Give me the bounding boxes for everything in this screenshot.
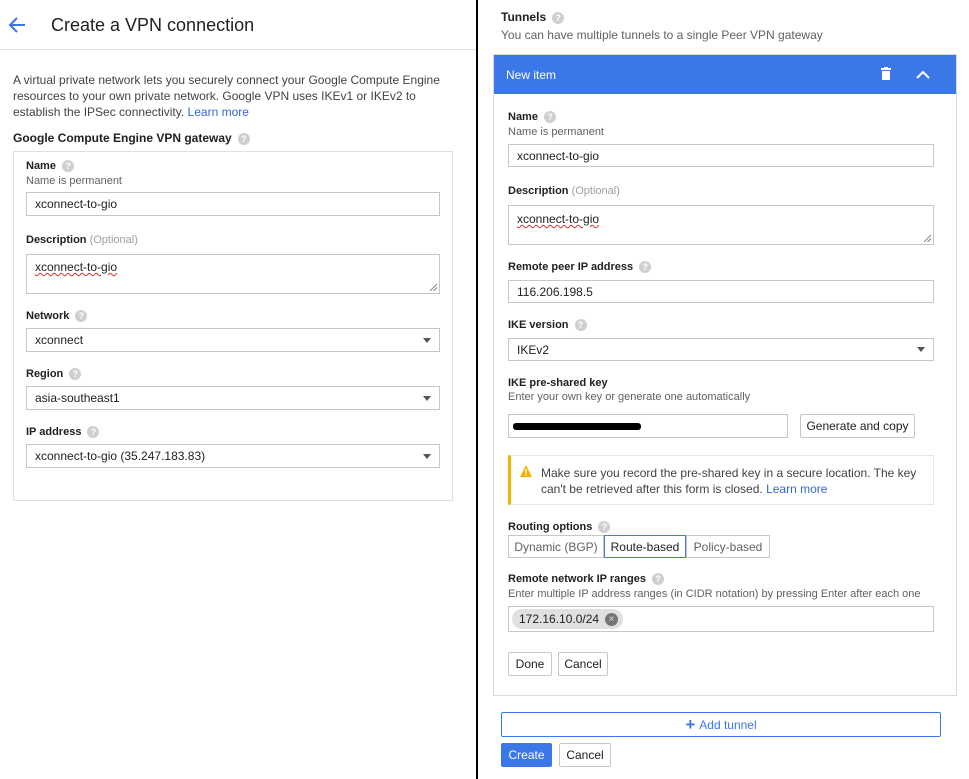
tunnel-name-hint: Name is permanent (508, 126, 604, 138)
chevron-down-icon (423, 453, 431, 459)
help-circle-icon[interactable]: ? (69, 368, 82, 381)
range-chip: 172.16.10.0/24 × (512, 609, 624, 629)
redacted-key (513, 422, 641, 430)
tunnels-hint: You can have multiple tunnels to a singl… (501, 28, 823, 42)
tunnel-description-textarea[interactable]: xconnect-to-gio (508, 205, 934, 245)
chevron-down-icon (917, 347, 925, 352)
tunnel-name-label: Name? (508, 111, 556, 124)
intro-text: A virtual private network lets you secur… (13, 73, 440, 119)
help-circle-icon[interactable]: ? (237, 132, 250, 145)
warning-triangle-icon (519, 464, 533, 478)
description-label: Description (Optional) (26, 234, 138, 246)
routing-option-policy-based[interactable]: Policy-based (686, 535, 770, 558)
add-tunnel-button[interactable]: + Add tunnel (501, 712, 941, 737)
psk-label: IKE pre-shared key (508, 377, 608, 389)
ip-address-label: IP address? (26, 426, 100, 439)
help-circle-icon[interactable]: ? (651, 573, 664, 586)
network-select[interactable]: xconnect (26, 328, 440, 352)
routing-option-dynamic[interactable]: Dynamic (BGP) (508, 535, 604, 558)
chevron-up-icon (916, 70, 930, 79)
peer-ip-input[interactable]: 116.206.198.5 (508, 280, 934, 303)
page-title: Create a VPN connection (51, 15, 255, 35)
warning-text: Make sure you record the pre-shared key … (541, 466, 917, 496)
header-divider (0, 49, 476, 50)
region-select[interactable]: asia-southeast1 (26, 386, 440, 410)
help-circle-icon[interactable]: ? (87, 426, 100, 439)
cancel-item-button[interactable]: Cancel (558, 652, 608, 676)
help-circle-icon[interactable]: ? (543, 111, 556, 124)
plus-icon: + (685, 715, 696, 734)
trash-icon (881, 67, 891, 80)
cancel-button[interactable]: Cancel (559, 743, 611, 767)
warning-box: Make sure you record the pre-shared key … (508, 455, 934, 505)
description-textarea[interactable]: xconnect-to-gio (26, 254, 440, 294)
ike-version-label: IKE version? (508, 319, 587, 332)
psk-hint: Enter your own key or generate one autom… (508, 391, 751, 403)
peer-ip-label: Remote peer IP address? (508, 261, 652, 274)
help-circle-icon[interactable]: ? (598, 521, 611, 534)
ranges-hint: Enter multiple IP address ranges (in CID… (508, 588, 921, 600)
done-button[interactable]: Done (508, 652, 552, 676)
help-circle-icon[interactable]: ? (75, 310, 88, 323)
region-label: Region? (26, 368, 82, 381)
routing-option-route-based[interactable]: Route-based (604, 535, 686, 558)
resize-handle[interactable] (924, 235, 931, 242)
name-hint: Name is permanent (26, 175, 122, 187)
psk-input[interactable] (508, 414, 788, 438)
create-button[interactable]: Create (501, 743, 552, 767)
network-label: Network? (26, 310, 88, 323)
arrow-left-icon (8, 17, 25, 33)
generate-and-copy-button[interactable]: Generate and copy (800, 414, 915, 438)
name-input[interactable]: xconnect-to-gio (26, 192, 440, 216)
tunnel-item-title: New item (506, 68, 557, 82)
tunnel-name-input[interactable]: xconnect-to-gio (508, 144, 934, 167)
name-label: Name? (26, 160, 74, 173)
gateway-card: Name? Name is permanent xconnect-to-gio … (13, 151, 453, 501)
help-circle-icon[interactable]: ? (574, 319, 587, 332)
help-circle-icon[interactable]: ? (61, 160, 74, 173)
chevron-down-icon (423, 337, 431, 343)
tunnel-item-card: New item Name? Name is permanent xconnec… (493, 54, 957, 696)
learn-more-link[interactable]: Learn more (188, 105, 249, 119)
ike-version-select[interactable]: IKEv2 (508, 338, 934, 361)
warning-learn-more-link[interactable]: Learn more (766, 482, 827, 496)
back-button[interactable] (6, 14, 28, 36)
tunnels-heading: Tunnels? (501, 10, 565, 24)
ranges-input[interactable]: 172.16.10.0/24 × (508, 606, 934, 632)
tunnel-item-header[interactable]: New item (494, 55, 956, 94)
routing-label: Routing options? (508, 521, 611, 534)
left-panel: Create a VPN connection A virtual privat… (0, 0, 476, 779)
delete-button[interactable] (878, 66, 894, 82)
ranges-label: Remote network IP ranges? (508, 573, 664, 586)
gateway-heading: Google Compute Engine VPN gateway? (13, 131, 250, 145)
resize-handle[interactable] (430, 284, 437, 291)
chevron-down-icon (423, 395, 431, 401)
close-circle-icon[interactable]: × (605, 612, 619, 626)
ip-address-select[interactable]: xconnect-to-gio (35.247.183.83) (26, 444, 440, 468)
tunnel-description-label: Description (Optional) (508, 185, 620, 197)
routing-options-group: Dynamic (BGP) Route-based Policy-based (508, 535, 770, 558)
help-circle-icon[interactable]: ? (639, 261, 652, 274)
collapse-button[interactable] (914, 66, 932, 84)
help-circle-icon[interactable]: ? (552, 11, 565, 24)
right-panel: Tunnels? You can have multiple tunnels t… (478, 0, 969, 779)
